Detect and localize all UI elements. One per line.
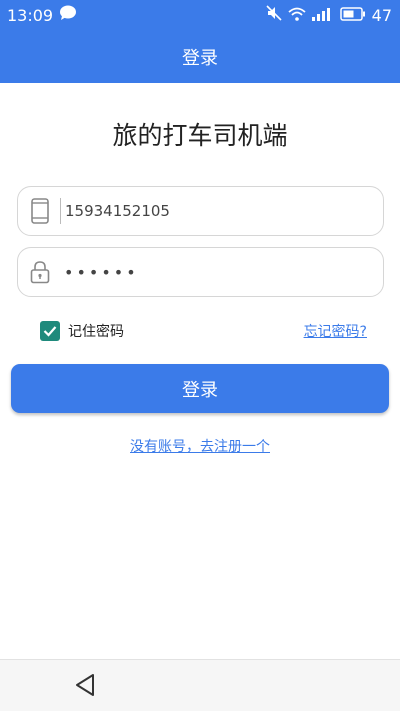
status-bar: 13:09 47	[0, 0, 400, 30]
signal-icon	[311, 6, 334, 25]
login-button[interactable]: 登录	[11, 364, 389, 413]
password-input[interactable]	[64, 262, 383, 282]
remember-password[interactable]: 记住密码	[40, 320, 124, 342]
battery-icon	[339, 6, 366, 25]
password-field[interactable]	[17, 247, 384, 297]
title-bar: 登录	[0, 30, 400, 83]
page-title: 登录	[182, 47, 218, 69]
app-name: 旅的打车司机端	[112, 121, 288, 150]
chat-icon	[59, 5, 77, 25]
phone-field[interactable]	[17, 186, 384, 236]
status-right: 47	[266, 5, 392, 25]
forgot-password-link[interactable]: 忘记密码?	[304, 321, 367, 341]
field-cursor	[60, 198, 61, 224]
battery-level: 47	[371, 5, 392, 25]
navigation-bar	[0, 659, 400, 711]
phone-input[interactable]	[65, 202, 383, 220]
phone-icon	[22, 198, 58, 224]
register-row: 没有账号，去注册一个	[0, 436, 400, 456]
register-link[interactable]: 没有账号，去注册一个	[130, 439, 270, 455]
mute-icon	[266, 5, 282, 25]
remember-label: 记住密码	[68, 324, 124, 340]
lock-icon	[22, 260, 58, 284]
login-button-label: 登录	[182, 379, 218, 401]
wifi-icon	[288, 6, 306, 25]
back-icon[interactable]	[73, 672, 99, 702]
remember-checkbox[interactable]	[40, 321, 60, 341]
status-left: 13:09	[7, 5, 77, 25]
status-time: 13:09	[7, 5, 54, 25]
check-icon	[43, 326, 57, 337]
